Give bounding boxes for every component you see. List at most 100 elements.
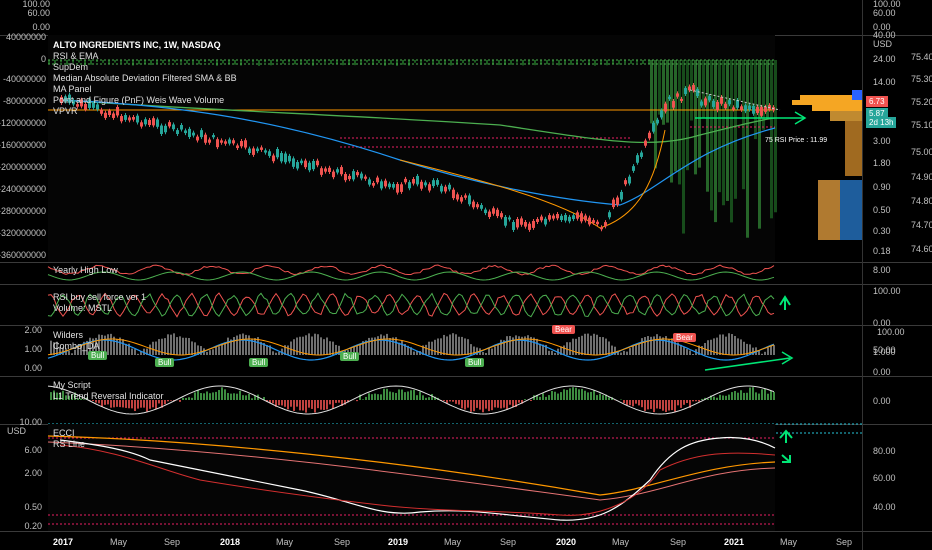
candle xyxy=(208,139,211,143)
volume-bar xyxy=(714,60,717,223)
volume-bar xyxy=(630,60,632,64)
indicator-label[interactable]: Point and Figure (PnF) Weis Wave Volume xyxy=(53,95,237,106)
axis-tick: 6.00 xyxy=(24,445,42,455)
reversal-bar xyxy=(716,397,718,400)
volume-bar xyxy=(426,60,428,63)
reversal-bar xyxy=(674,400,676,412)
right-price-axis[interactable]: 100.00 60.00 0.00 40.00 USD 75.40 24.00 … xyxy=(862,0,932,550)
wilders-bar xyxy=(638,343,640,355)
reversal-bar xyxy=(479,400,481,410)
candle xyxy=(248,148,251,153)
indicator-label[interactable]: ECCI xyxy=(53,428,85,439)
indicator-label[interactable]: MA Panel xyxy=(53,84,237,95)
indicator-label[interactable]: My Script xyxy=(53,380,164,391)
candle xyxy=(612,199,615,208)
reversal-bar xyxy=(233,393,235,400)
reversal-bar xyxy=(581,388,583,400)
reversal-bar xyxy=(404,392,406,400)
indicator-label[interactable]: SupDem xyxy=(53,62,237,73)
indicator-label[interactable]: Volume: MSTL xyxy=(53,303,146,314)
reversal-bar xyxy=(644,400,646,411)
reversal-bar xyxy=(317,400,319,409)
candle xyxy=(236,145,239,149)
candle xyxy=(376,177,379,183)
reversal-bar xyxy=(290,400,292,407)
volume-bar xyxy=(618,60,620,65)
indicator-label[interactable]: RSI & EMA xyxy=(53,51,237,62)
wilders-bar xyxy=(239,334,241,355)
axis-tick: 0.30 xyxy=(873,226,891,236)
reversal-bar xyxy=(599,393,601,400)
reversal-bar xyxy=(485,400,487,409)
axis-tick: 74.90 xyxy=(911,172,932,182)
reversal-bar xyxy=(539,396,541,400)
indicator-label[interactable]: RS Line xyxy=(53,439,85,450)
candle xyxy=(428,184,431,191)
indicator-label[interactable]: L1 Trend Reversal Indicator xyxy=(53,391,164,402)
candle xyxy=(176,130,179,134)
volume-bar xyxy=(534,60,536,66)
axis-tick: 2.00 xyxy=(24,325,42,335)
wilders-bar xyxy=(233,336,235,355)
axis-tick: 0.00 xyxy=(873,396,891,406)
reversal-bar xyxy=(500,400,502,409)
indicator-label[interactable]: VPVR xyxy=(53,106,237,117)
wilders-bar xyxy=(383,335,385,355)
wilders-bar xyxy=(131,348,133,355)
indicator-label[interactable]: Yearly High Low xyxy=(53,265,118,276)
time-tick: 2021 xyxy=(724,537,745,547)
wilders-bar xyxy=(728,333,730,355)
candle xyxy=(464,195,467,198)
axis-tick: 0 xyxy=(40,54,46,64)
candle xyxy=(384,180,387,187)
candle xyxy=(224,141,227,144)
wilders-legend: Wilders Combo_DA xyxy=(53,330,100,352)
reversal-bar xyxy=(746,392,748,400)
candle xyxy=(192,132,195,136)
symbol-title: ALTO INGREDIENTS INC, 1W, NASDAQ xyxy=(53,40,221,50)
candle xyxy=(644,140,647,146)
volume-bar xyxy=(462,60,464,64)
volume-bar xyxy=(384,60,386,66)
indicator-label[interactable]: RSI buy sell force ver 1 xyxy=(53,292,146,303)
axis-tick: -280000000 xyxy=(0,206,46,216)
reversal-bar xyxy=(632,400,634,407)
candle xyxy=(596,221,599,225)
wilders-bar xyxy=(455,334,457,355)
main-legend: ALTO INGREDIENTS INC, 1W, NASDAQ RSI & E… xyxy=(53,40,237,117)
candle xyxy=(720,97,723,104)
wilders-bar xyxy=(122,339,124,355)
reversal-bar xyxy=(389,391,391,400)
reversal-bar xyxy=(464,400,466,410)
yearly-legend: Yearly High Low xyxy=(53,265,118,276)
wilders-bar xyxy=(641,338,643,355)
wilders-bar xyxy=(656,334,658,355)
candle xyxy=(672,101,675,108)
volume-bar xyxy=(706,60,709,192)
wilders-bar xyxy=(629,348,631,355)
wilders-bar xyxy=(599,336,601,355)
reversal-bar xyxy=(497,400,499,408)
volume-bar xyxy=(726,60,729,201)
candle xyxy=(600,227,603,230)
wilders-bar xyxy=(509,336,511,355)
volume-bar xyxy=(546,60,548,65)
volume-bar xyxy=(594,60,596,66)
indicator-label[interactable]: Wilders xyxy=(53,330,100,341)
indicator-label[interactable]: Median Absolute Deviation Filtered SMA &… xyxy=(53,73,237,84)
reversal-bar xyxy=(413,389,415,400)
volume-bar xyxy=(366,60,368,63)
wilders-bar xyxy=(398,342,400,355)
wilders-bar xyxy=(494,346,496,355)
candle xyxy=(284,153,287,163)
wilders-bar xyxy=(458,336,460,355)
volume-bar xyxy=(498,60,500,66)
reversal-bar xyxy=(488,400,490,412)
volume-bar xyxy=(670,60,673,183)
wilders-bar xyxy=(320,337,322,355)
candle xyxy=(308,162,311,171)
reversal-bar xyxy=(692,400,694,402)
candle xyxy=(440,185,443,192)
candle xyxy=(324,168,327,172)
reversal-bar xyxy=(272,400,274,404)
